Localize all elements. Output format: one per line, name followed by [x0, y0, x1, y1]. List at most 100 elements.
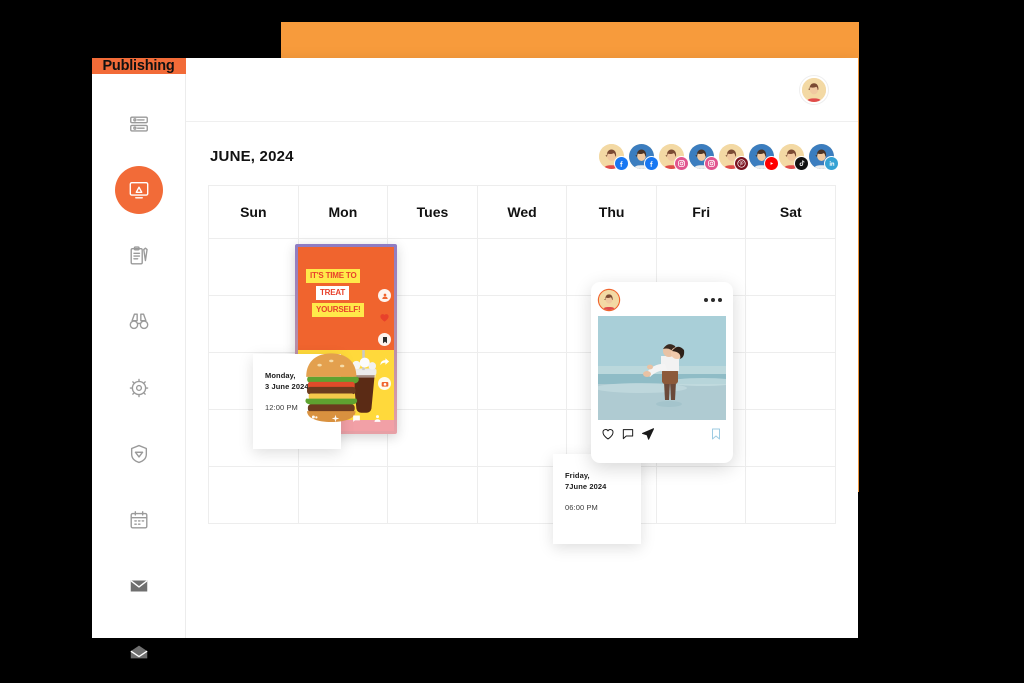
channel-avatar-facebook[interactable]	[629, 144, 659, 171]
post-meta-card-instagram[interactable]: Friday, 7June 2024 06:00 PM	[553, 454, 641, 544]
post-card-story[interactable]: IT'S TIME TO TREAT YOURSELF!	[295, 244, 397, 434]
calendar-day-cell[interactable]	[388, 239, 478, 296]
calendar-weekday-mon: Mon	[298, 186, 389, 239]
calendar-day-cell[interactable]	[746, 467, 837, 524]
channel-avatar-linkedin[interactable]	[809, 144, 839, 171]
facebook-icon	[644, 156, 659, 171]
bookmark-icon[interactable]	[709, 427, 723, 441]
shield-icon	[130, 444, 147, 464]
story-camera-icon[interactable]	[378, 377, 391, 390]
channel-avatar-instagram[interactable]	[659, 144, 689, 171]
sidebar-item-publishing[interactable]	[114, 166, 163, 214]
linkedin-icon	[824, 156, 839, 171]
story-headline-line-1: IT'S TIME TO	[306, 269, 361, 283]
calendar-day-cell[interactable]	[388, 353, 478, 410]
calendar-day-cell[interactable]	[746, 296, 837, 353]
calendar-day-cell[interactable]	[209, 467, 299, 524]
instagram-action-group	[601, 427, 655, 441]
calendar-day-cell[interactable]	[477, 296, 568, 353]
channel-avatars-list	[599, 144, 839, 171]
page-title: JUNE, 2024	[210, 148, 294, 165]
calendar-day-cell[interactable]	[477, 239, 568, 296]
instagram-icon	[704, 156, 719, 171]
heart-icon[interactable]	[601, 427, 615, 441]
story-preview: IT'S TIME TO TREAT YOURSELF!	[298, 247, 394, 431]
sidebar-item-settings[interactable]	[115, 364, 163, 412]
calendar-day-cell[interactable]	[388, 296, 478, 353]
calendar-day-cell[interactable]	[746, 353, 837, 410]
story-share-icon[interactable]	[378, 355, 391, 368]
burger-illustration	[304, 353, 359, 422]
calendar-day-cell[interactable]	[298, 467, 389, 524]
monitor-icon	[129, 181, 148, 199]
story-bottom-bar	[298, 414, 394, 423]
sidebar-item-security[interactable]	[115, 430, 163, 478]
channel-avatar-tiktok[interactable]	[779, 144, 809, 171]
channel-avatar-youtube[interactable]	[749, 144, 779, 171]
instagram-icon	[674, 156, 689, 171]
sliders-icon	[129, 116, 148, 132]
share-icon[interactable]	[641, 427, 655, 441]
story-person-icon[interactable]	[373, 414, 382, 423]
instagram-post-header	[598, 289, 726, 316]
content-header: JUNE, 2024	[208, 144, 839, 185]
app-window: Publishing JUNE, 2024 Sun Mon Tues Wed T…	[91, 58, 858, 659]
story-like-icon[interactable]	[378, 311, 391, 324]
sidebar-nav	[114, 74, 163, 676]
calendar-week-row	[209, 467, 837, 524]
story-headline-line-3: YOURSELF!	[312, 303, 365, 317]
calendar-day-cell[interactable]	[388, 467, 478, 524]
story-sparkle-icon[interactable]	[331, 414, 340, 423]
instagram-meta-date: 7June 2024	[565, 482, 607, 492]
instagram-post-actions	[598, 420, 726, 441]
gear-icon	[129, 378, 148, 398]
main-area: JUNE, 2024 SunMonTuesWedThuFriSat	[186, 58, 858, 638]
sidebar-item-tasks[interactable]	[115, 232, 163, 280]
user-avatar[interactable]	[800, 75, 828, 104]
user-avatar-icon	[802, 77, 826, 102]
comment-icon[interactable]	[621, 427, 635, 441]
sidebar-item-monitoring[interactable]	[115, 298, 163, 346]
calendar-day-cell[interactable]	[656, 467, 747, 524]
sidebar-item-inbox[interactable]	[115, 628, 163, 676]
story-people-icon[interactable]	[310, 414, 319, 423]
instagram-meta-day: Friday,	[565, 471, 590, 480]
calendar-weekday-thu: Thu	[567, 186, 657, 239]
channel-avatar-facebook[interactable]	[599, 144, 629, 171]
sidebar-item-mail[interactable]	[115, 562, 163, 610]
calendar-day-cell[interactable]	[388, 410, 478, 467]
calendar-day-cell[interactable]	[209, 296, 299, 353]
instagram-post-avatar[interactable]	[599, 290, 619, 310]
calendar-day-cell[interactable]	[209, 239, 299, 296]
open-mail-icon	[130, 645, 147, 659]
channel-avatar-instagram[interactable]	[689, 144, 719, 171]
clipboard-icon	[130, 246, 148, 265]
sidebar-item-dashboard[interactable]	[115, 100, 163, 148]
story-action-rail	[378, 289, 391, 390]
facebook-icon	[614, 156, 629, 171]
calendar-day-cell[interactable]	[746, 239, 837, 296]
channel-avatar-pinterest[interactable]	[719, 144, 749, 171]
calendar-weekday-fri: Fri	[656, 186, 747, 239]
story-save-icon[interactable]	[378, 333, 391, 346]
instagram-post-photo	[598, 316, 726, 420]
more-options-icon[interactable]	[704, 298, 722, 302]
post-card-instagram[interactable]	[591, 282, 733, 463]
binoculars-icon	[129, 313, 148, 330]
tiktok-icon	[794, 156, 809, 171]
story-comment-icon[interactable]	[352, 414, 361, 423]
story-headline: IT'S TIME TO TREAT YOURSELF!	[306, 269, 376, 317]
story-headline-line-2: TREAT	[316, 286, 350, 300]
sidebar: Publishing	[91, 58, 186, 659]
calendar-day-cell[interactable]	[746, 410, 837, 467]
calendar-icon	[130, 511, 147, 529]
topbar	[186, 58, 858, 122]
sidebar-item-calendar[interactable]	[115, 496, 163, 544]
story-profile-icon[interactable]	[378, 289, 391, 302]
calendar-weekday-tues: Tues	[388, 186, 478, 239]
screenshot-stage: Publishing JUNE, 2024 Sun Mon Tues Wed T…	[0, 0, 1024, 683]
brand-label: Publishing	[91, 58, 186, 74]
user-avatar-icon	[599, 290, 619, 310]
calendar-grid: Sun Mon Tues Wed Thu Fri Sat IT'S TIME TO TREA…	[208, 185, 837, 544]
calendar-day-cell[interactable]	[477, 353, 568, 410]
